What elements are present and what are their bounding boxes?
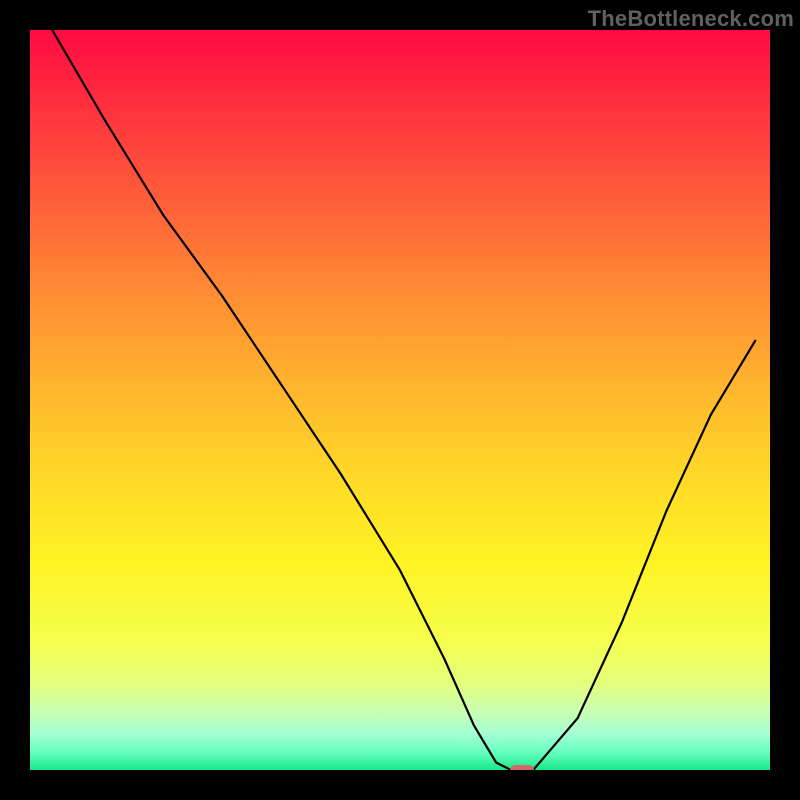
chart-frame: TheBottleneck.com xyxy=(0,0,800,800)
bottleneck-curve xyxy=(30,30,770,770)
optimum-marker xyxy=(510,765,534,770)
watermark-text: TheBottleneck.com xyxy=(588,6,794,32)
plot-area xyxy=(30,30,770,770)
